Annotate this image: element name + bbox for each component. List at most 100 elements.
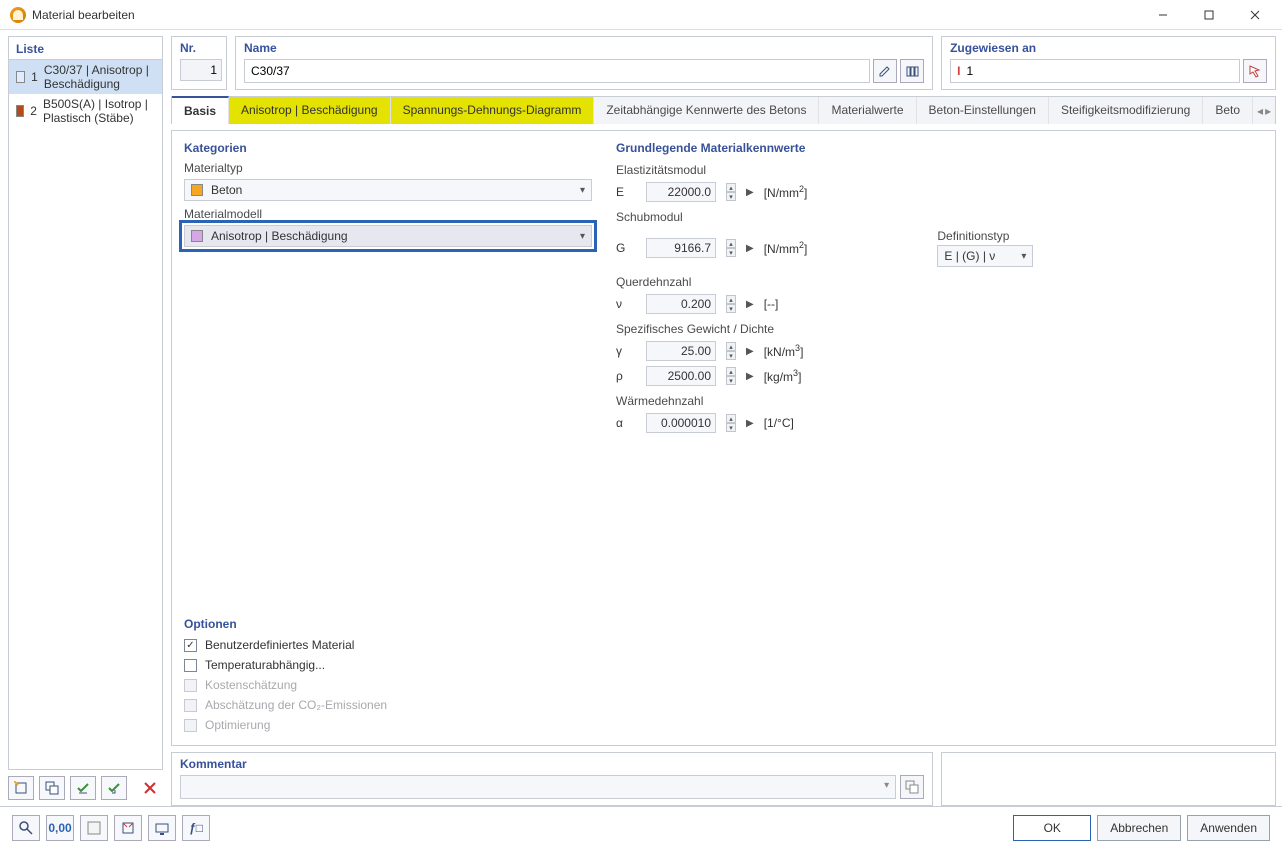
close-button[interactable]: [1232, 1, 1278, 29]
units-tool-button[interactable]: 0,00: [46, 815, 74, 841]
comment-input[interactable]: ▾: [180, 775, 896, 799]
tab[interactable]: Basis: [172, 96, 229, 124]
check-in-button[interactable]: [70, 776, 96, 800]
apply-arrow-icon[interactable]: ▶: [746, 418, 754, 429]
comment-label: Kommentar: [180, 757, 924, 771]
tab[interactable]: Spannungs-Dehnungs-Diagramm: [391, 97, 595, 124]
apply-arrow-icon[interactable]: ▶: [746, 187, 754, 198]
form-area: Kategorien Materialtyp Beton ▾ Materialm…: [171, 130, 1276, 746]
window-controls: [1140, 1, 1278, 29]
property-input[interactable]: [646, 341, 716, 361]
property-label: Spezifisches Gewicht / Dichte: [616, 322, 1263, 336]
color-tool-button[interactable]: [80, 815, 108, 841]
option-row: Kostenschätzung: [184, 675, 592, 695]
property-unit: [N/mm2]: [764, 240, 808, 256]
delete-item-button[interactable]: [137, 776, 163, 800]
spinner[interactable]: ▴▾: [726, 367, 736, 385]
spinner[interactable]: ▴▾: [726, 295, 736, 313]
property-input[interactable]: [646, 238, 716, 258]
option-row: Optimierung: [184, 715, 592, 735]
property-unit: [1/°C]: [764, 416, 794, 430]
tab-scroll-right[interactable]: ▸: [1265, 104, 1271, 118]
comment-side-panel: [941, 752, 1276, 806]
property-row: ρ ▴▾ ▶ [kg/m3]: [616, 366, 1263, 386]
option-row[interactable]: ✓ Benutzerdefiniertes Material: [184, 635, 592, 655]
apply-arrow-icon[interactable]: ▶: [746, 243, 754, 254]
form-right-column: Grundlegende Materialkennwerte Elastizit…: [604, 131, 1275, 745]
categories-title: Kategorien: [184, 141, 592, 155]
list-item[interactable]: 2 B500S(A) | Isotrop | Plastisch (Stäbe): [9, 94, 162, 128]
option-row[interactable]: Temperaturabhängig...: [184, 655, 592, 675]
cancel-button[interactable]: Abbrechen: [1097, 815, 1181, 841]
property-unit: [N/mm2]: [764, 184, 808, 200]
apply-button[interactable]: Anwenden: [1187, 815, 1270, 841]
property-symbol: ρ: [616, 369, 636, 383]
apply-arrow-icon[interactable]: ▶: [746, 299, 754, 310]
assigned-input[interactable]: I 1: [950, 59, 1240, 83]
tab-scroll-left[interactable]: ◂: [1257, 104, 1263, 118]
props-title: Grundlegende Materialkennwerte: [616, 141, 1263, 155]
copy-item-button[interactable]: [39, 776, 65, 800]
property-row: E ▴▾ ▶ [N/mm2]: [616, 182, 1263, 202]
tab[interactable]: Anisotrop | Beschädigung: [229, 97, 391, 124]
footer: 0,00 ƒ□ OK Abbrechen Anwenden: [0, 806, 1282, 848]
tab[interactable]: Beton-Einstellungen: [917, 97, 1049, 124]
definition-type-combo[interactable]: E | (G) | ν ▾: [937, 245, 1033, 267]
assigned-field: Zugewiesen an I 1: [941, 36, 1276, 90]
chevron-down-icon: ▾: [1021, 251, 1026, 262]
spinner[interactable]: ▴▾: [726, 342, 736, 360]
list-item[interactable]: 1 C30/37 | Anisotrop | Beschädigung: [9, 60, 162, 94]
property-input[interactable]: [646, 413, 716, 433]
nr-input[interactable]: [180, 59, 222, 81]
function-tool-button[interactable]: ƒ□: [182, 815, 210, 841]
property-input[interactable]: [646, 182, 716, 202]
maximize-button[interactable]: [1186, 1, 1232, 29]
option-label: Kostenschätzung: [205, 678, 297, 692]
property-input[interactable]: [646, 366, 716, 386]
form-left-column: Kategorien Materialtyp Beton ▾ Materialm…: [172, 131, 604, 745]
materialmodel-combo[interactable]: Anisotrop | Beschädigung ▾: [184, 225, 592, 247]
assigned-pick-button[interactable]: [1243, 59, 1267, 83]
apply-arrow-icon[interactable]: ▶: [746, 346, 754, 357]
assigned-label: Zugewiesen an: [950, 41, 1267, 55]
spinner[interactable]: ▴▾: [726, 414, 736, 432]
spinner[interactable]: ▴▾: [726, 239, 736, 257]
options-title: Optionen: [184, 617, 592, 631]
edit-name-button[interactable]: [873, 59, 897, 83]
checkbox[interactable]: ✓: [184, 639, 197, 652]
property-symbol: γ: [616, 344, 636, 358]
apply-range-button[interactable]: [114, 815, 142, 841]
new-item-button[interactable]: [8, 776, 34, 800]
checkbox[interactable]: [184, 659, 197, 672]
property-symbol: E: [616, 185, 636, 199]
minimize-button[interactable]: [1140, 1, 1186, 29]
option-label: Benutzerdefiniertes Material: [205, 638, 354, 652]
comment-library-button[interactable]: [900, 775, 924, 799]
property-row: α ▴▾ ▶ [1/°C]: [616, 413, 1263, 433]
tab[interactable]: Steifigkeitsmodifizierung: [1049, 97, 1203, 124]
chevron-down-icon: ▾: [580, 231, 585, 242]
property-input[interactable]: [646, 294, 716, 314]
search-tool-button[interactable]: [12, 815, 40, 841]
library-button[interactable]: [900, 59, 924, 83]
materialtype-combo[interactable]: Beton ▾: [184, 179, 592, 201]
definition-type-label: Definitionstyp: [937, 229, 1033, 243]
materialmodel-label: Materialmodell: [184, 207, 592, 221]
spinner[interactable]: ▴▾: [726, 183, 736, 201]
tab[interactable]: Materialwerte: [819, 97, 916, 124]
tab[interactable]: Beto: [1203, 97, 1253, 124]
sidebar-toolbar: [8, 770, 163, 806]
tabstrip: BasisAnisotrop | BeschädigungSpannungs-D…: [171, 96, 1276, 124]
content-area: Nr. Name Zugewiesen an I 1: [171, 36, 1276, 806]
tab[interactable]: Zeitabhängige Kennwerte des Betons: [594, 97, 819, 124]
display-tool-button[interactable]: [148, 815, 176, 841]
name-input[interactable]: [244, 59, 870, 83]
chevron-down-icon: ▾: [580, 185, 585, 196]
material-list[interactable]: 1 C30/37 | Anisotrop | Beschädigung 2 B5…: [8, 59, 163, 770]
checkbox: [184, 679, 197, 692]
option-label: Abschätzung der CO₂-Emissionen: [205, 698, 387, 712]
sidebar-title: Liste: [8, 36, 163, 59]
apply-arrow-icon[interactable]: ▶: [746, 371, 754, 382]
check-out-button[interactable]: [101, 776, 127, 800]
ok-button[interactable]: OK: [1013, 815, 1091, 841]
